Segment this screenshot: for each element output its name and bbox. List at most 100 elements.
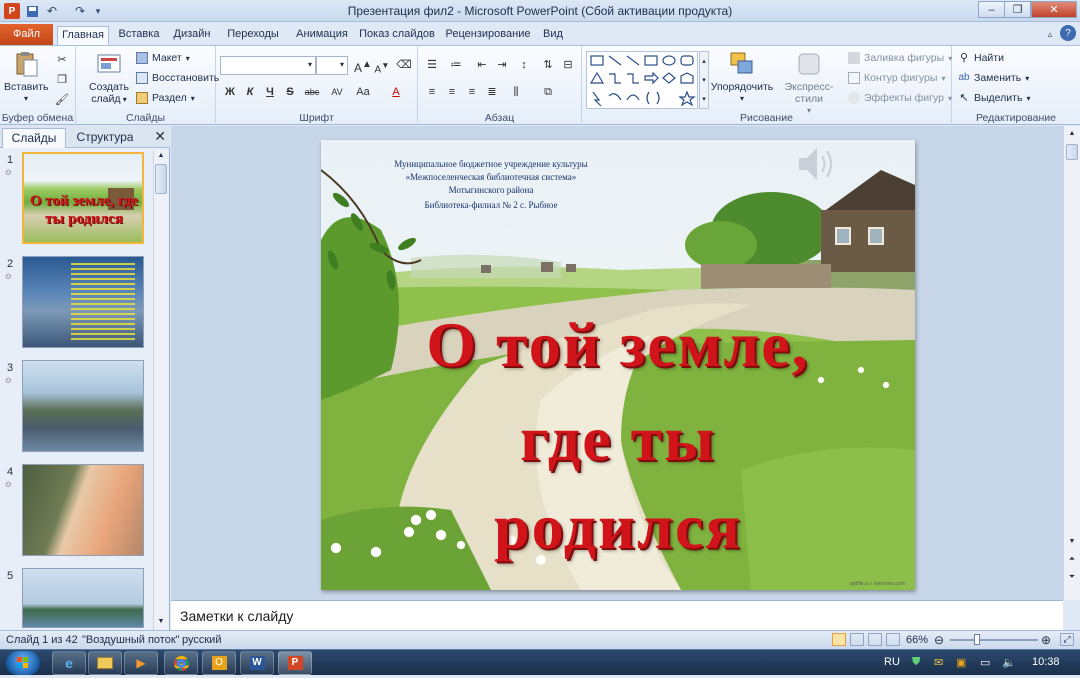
tab-slides[interactable]: Слайды <box>2 128 66 148</box>
reset-button[interactable]: Восстановить <box>136 72 219 84</box>
copy-icon[interactable]: ❐ <box>54 72 70 88</box>
next-slide-icon[interactable]: ⏷ <box>1066 572 1078 582</box>
slideshow-view-icon[interactable] <box>886 633 900 646</box>
normal-view-icon[interactable] <box>832 633 846 646</box>
justify-icon[interactable]: ≣ <box>484 84 500 100</box>
chrome-icon[interactable] <box>164 651 198 675</box>
shadow-button[interactable]: abc <box>302 84 322 100</box>
select-button[interactable]: ↖ Выделить ▾ <box>958 92 1030 104</box>
keyboard-language[interactable]: RU <box>884 656 900 668</box>
tab-file[interactable]: Файл <box>0 24 53 45</box>
zoom-in-icon[interactable]: ⊕ <box>1041 633 1051 647</box>
text-direction-icon[interactable]: ⇅ <box>540 57 556 73</box>
clock[interactable]: 10:38 <box>1032 656 1060 668</box>
mail-icon[interactable]: ✉ <box>934 656 943 669</box>
tab-outline[interactable]: Структура <box>70 128 140 148</box>
numbering-icon[interactable]: ≔ <box>448 57 464 73</box>
new-slide-button[interactable]: Создать слайд ▾ <box>84 50 134 106</box>
reading-view-icon[interactable] <box>868 633 882 646</box>
quick-styles-button[interactable]: Экспресс-стили ▾ <box>774 50 844 117</box>
minimize-button[interactable]: – <box>978 1 1005 18</box>
scroll-up-icon[interactable]: ▲ <box>155 152 167 162</box>
line-spacing-icon[interactable]: ↕ <box>516 57 532 73</box>
smartart-icon[interactable]: ⧉ <box>540 84 556 100</box>
zoom-out-icon[interactable]: ⊖ <box>934 633 944 647</box>
start-button[interactable] <box>6 651 40 675</box>
theme-name[interactable]: "Воздушный поток" <box>82 634 180 646</box>
bullets-icon[interactable]: ☰ <box>424 57 440 73</box>
explorer-icon[interactable] <box>88 651 122 675</box>
language-indicator[interactable]: русский <box>182 634 221 646</box>
align-text-icon[interactable]: ⊟ <box>560 57 576 73</box>
display-icon[interactable]: ▭ <box>980 656 990 669</box>
outlook-icon[interactable]: O <box>202 651 236 675</box>
section-button[interactable]: Раздел ▾ <box>136 92 195 104</box>
replace-button[interactable]: ab Заменить ▾ <box>958 72 1029 84</box>
scroll-down-icon[interactable]: ▼ <box>1066 538 1078 545</box>
increase-indent-icon[interactable]: ⇥ <box>494 57 510 73</box>
volume-icon[interactable]: 🔈 <box>1002 656 1016 669</box>
tab-review[interactable]: Рецензирование <box>442 26 534 45</box>
ie-icon[interactable]: e <box>52 651 86 675</box>
help-icon[interactable]: ? <box>1060 25 1076 41</box>
powerpoint-taskbar-icon[interactable]: P <box>278 651 312 675</box>
find-button[interactable]: ⚲ Найти <box>958 52 1004 64</box>
panel-scrollbar[interactable]: ▲ ▼ <box>153 150 168 630</box>
close-button[interactable]: ✕ <box>1031 1 1077 18</box>
scroll-thumb[interactable] <box>155 164 167 194</box>
cut-icon[interactable]: ✂ <box>54 52 70 68</box>
align-left-icon[interactable]: ≡ <box>424 84 440 100</box>
font-size-combo[interactable]: ▾ <box>316 56 348 75</box>
panel-close-icon[interactable]: ✕ <box>154 128 166 145</box>
zoom-slider-thumb[interactable] <box>974 634 980 645</box>
underline-button[interactable]: Ч <box>262 84 278 100</box>
tab-slideshow[interactable]: Показ слайдов <box>358 26 436 45</box>
scroll-up-icon[interactable]: ▲ <box>1066 130 1078 137</box>
scroll-thumb[interactable] <box>1066 144 1078 160</box>
slide-sorter-icon[interactable] <box>850 633 864 646</box>
word-icon[interactable]: W <box>240 651 274 675</box>
editor-scrollbar[interactable]: ▲ ▼ ⏶ ⏷ <box>1063 126 1080 600</box>
arrange-button[interactable]: Упорядочить ▾ <box>710 50 774 105</box>
char-spacing-button[interactable]: AV <box>326 84 348 100</box>
notes-pane[interactable]: Заметки к слайду <box>171 600 1063 630</box>
shape-fill-button[interactable]: Заливка фигуры ▾ <box>848 52 952 64</box>
tab-view[interactable]: Вид <box>538 26 568 45</box>
previous-slide-icon[interactable]: ⏶ <box>1066 554 1078 564</box>
italic-button[interactable]: К <box>242 84 258 100</box>
bold-button[interactable]: Ж <box>222 84 238 100</box>
scroll-down-icon[interactable]: ▼ <box>155 618 167 628</box>
font-color-button[interactable]: A <box>388 84 404 100</box>
tab-design[interactable]: Дизайн <box>168 26 216 45</box>
minimize-ribbon-icon[interactable]: ▵ <box>1044 26 1056 42</box>
strikethrough-button[interactable]: S <box>282 84 298 100</box>
font-name-combo[interactable]: ▾ <box>220 56 316 75</box>
shape-effects-button[interactable]: Эффекты фигур ▾ <box>848 92 952 104</box>
shrink-font-icon[interactable]: A▼ <box>374 57 390 75</box>
fit-to-window-icon[interactable]: ⤢ <box>1060 633 1074 646</box>
shapes-gallery[interactable] <box>586 51 698 109</box>
columns-icon[interactable]: ⫼ <box>508 84 524 100</box>
clear-formatting-icon[interactable]: ⌫ <box>396 57 412 73</box>
tab-transitions[interactable]: Переходы <box>222 26 284 45</box>
tab-home[interactable]: Главная <box>57 26 109 45</box>
shape-outline-button[interactable]: Контур фигуры ▾ <box>848 72 945 84</box>
layout-button[interactable]: Макет ▾ <box>136 52 190 64</box>
align-center-icon[interactable]: ≡ <box>444 84 460 100</box>
zoom-slider[interactable] <box>950 639 1038 641</box>
decrease-indent-icon[interactable]: ⇤ <box>474 57 490 73</box>
format-painter-icon[interactable]: 🖌 <box>54 92 70 108</box>
shapes-scroll[interactable]: ▴ ▾ ▾ <box>699 51 709 109</box>
tab-animation[interactable]: Анимация <box>290 26 354 45</box>
security-shield-icon[interactable]: ⛊ <box>912 656 920 669</box>
slide-editor[interactable]: Муниципальное бюджетное учреждение культ… <box>171 126 1063 600</box>
tab-insert[interactable]: Вставка <box>114 26 164 45</box>
maximize-button[interactable]: ❐ <box>1004 1 1031 18</box>
grow-font-icon[interactable]: A▲ <box>354 57 372 75</box>
media-player-icon[interactable]: ▶ <box>124 651 158 675</box>
zoom-level[interactable]: 66% <box>906 634 928 646</box>
paste-button[interactable]: Вставить ▾ <box>4 50 49 105</box>
align-right-icon[interactable]: ≡ <box>464 84 480 100</box>
outlook-tray-icon[interactable]: ▣ <box>956 656 966 669</box>
change-case-button[interactable]: Aa <box>352 84 374 100</box>
